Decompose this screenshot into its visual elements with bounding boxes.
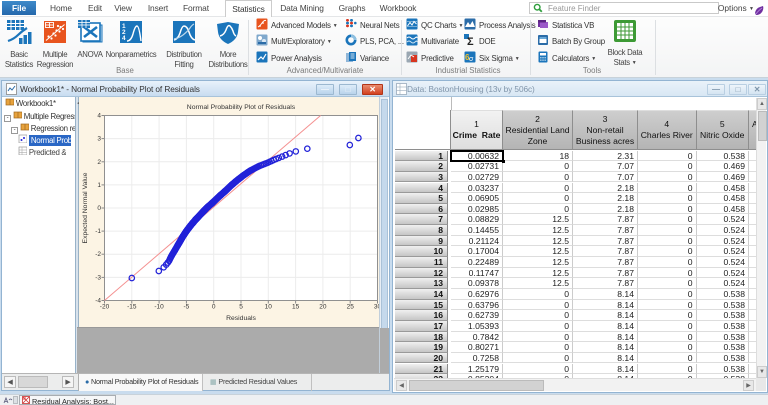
svg-text:-3: -3 — [95, 274, 101, 281]
svg-text:1: 1 — [97, 182, 101, 189]
svg-text:2: 2 — [97, 159, 101, 166]
svg-text:0: 0 — [97, 205, 101, 212]
svg-text:5: 5 — [239, 304, 243, 311]
svg-text:Expected Normal Value: Expected Normal Value — [82, 172, 89, 243]
svg-text:Residuals: Residuals — [226, 315, 256, 322]
svg-text:-20: -20 — [100, 304, 110, 311]
svg-text:0: 0 — [212, 304, 216, 311]
svg-text:3: 3 — [97, 136, 101, 143]
svg-text:25: 25 — [347, 304, 355, 311]
svg-text:-4: -4 — [95, 298, 101, 305]
svg-text:4: 4 — [97, 113, 101, 120]
svg-text:10: 10 — [265, 304, 273, 311]
svg-text:15: 15 — [292, 304, 300, 311]
svg-text:-2: -2 — [95, 251, 101, 258]
svg-text:-10: -10 — [154, 304, 164, 311]
svg-text:-15: -15 — [127, 304, 137, 311]
svg-text:Normal Probability Plot of Res: Normal Probability Plot of Residuals — [187, 104, 296, 111]
svg-text:Σ: Σ — [467, 36, 474, 46]
svg-text:-5: -5 — [184, 304, 190, 311]
svg-text:-1: -1 — [95, 228, 101, 235]
svg-text:20: 20 — [319, 304, 327, 311]
